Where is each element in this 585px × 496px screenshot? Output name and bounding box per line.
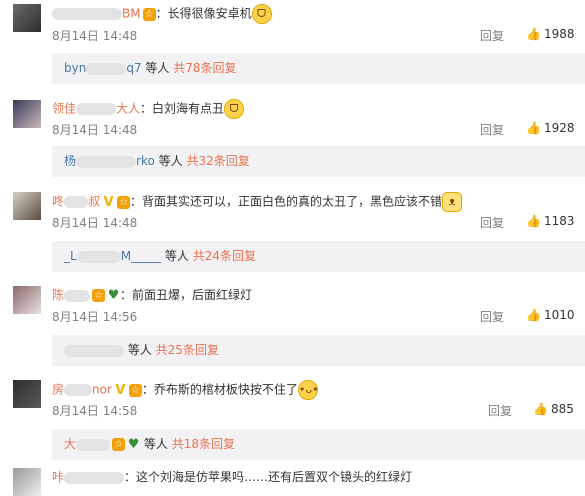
- blurred-username: [76, 103, 117, 115]
- thumb-up-icon: 👍: [526, 27, 541, 41]
- sub-reply-suffix: 等人: [145, 61, 170, 75]
- laughing-emoji-icon: ᗜ: [224, 99, 245, 119]
- sub-reply-user-tail[interactable]: q7: [126, 61, 141, 75]
- like-button[interactable]: 👍 1928: [526, 121, 575, 135]
- like-count: 1183: [543, 214, 575, 228]
- thumb-up-icon: 👍: [526, 308, 541, 322]
- reply-button[interactable]: 回复: [480, 214, 504, 231]
- sub-reply-user[interactable]: 杨: [64, 154, 76, 168]
- reply-button[interactable]: 回复: [480, 121, 504, 138]
- username-tail[interactable]: nor: [92, 383, 112, 397]
- more-replies-link[interactable]: 共78条回复: [173, 61, 236, 75]
- like-button[interactable]: 👍 1988: [526, 27, 575, 41]
- avatar[interactable]: [13, 4, 41, 32]
- vip-badge-icon: ☆: [117, 195, 131, 209]
- vip-badge-icon: ☆: [112, 438, 126, 451]
- thumb-up-icon: 👍: [526, 214, 541, 228]
- blurred-username: [64, 384, 93, 396]
- reply-button[interactable]: 回复: [480, 308, 504, 325]
- sub-reply-user[interactable]: _L: [64, 249, 77, 263]
- blurred-username: [86, 62, 127, 75]
- comment-date: 8月14日 14:56: [52, 310, 138, 324]
- username-tail[interactable]: 大人: [116, 102, 140, 116]
- like-count: 1988: [543, 27, 575, 41]
- cat-emoji-icon: ᴥ: [442, 192, 463, 212]
- sub-reply-suffix: 等人: [143, 437, 168, 451]
- reply-button[interactable]: 回复: [488, 402, 512, 419]
- sub-reply-suffix: 等人: [127, 343, 152, 357]
- username-tail[interactable]: 叔: [88, 195, 100, 209]
- like-count: 1928: [543, 121, 575, 135]
- balloon-badge-icon: ♥: [127, 437, 140, 452]
- username[interactable]: 房: [52, 383, 64, 397]
- avatar[interactable]: [13, 468, 41, 496]
- like-button[interactable]: 👍 1183: [526, 214, 575, 228]
- sub-reply-user-tail[interactable]: rko: [136, 154, 155, 168]
- more-replies-link[interactable]: 共24条回复: [193, 249, 256, 263]
- vip-badge-icon: ☆: [128, 383, 142, 397]
- more-replies-link[interactable]: 共32条回复: [186, 154, 249, 168]
- avatar[interactable]: [13, 286, 41, 314]
- more-replies-link[interactable]: 共25条回复: [156, 343, 219, 357]
- comment-text: ：白刘海有点丑: [140, 101, 225, 116]
- comment-text: ：乔布斯的棺材板快按不住了: [141, 382, 298, 397]
- username[interactable]: 咔: [52, 470, 64, 484]
- comment-text: ：背面其实还可以，正面白色的真的太丑了，黑色应该不错: [130, 194, 443, 209]
- sub-reply-suffix: 等人: [158, 154, 183, 168]
- like-count: 1010: [543, 308, 575, 322]
- blurred-username: [52, 8, 122, 20]
- blurred-username: [64, 344, 124, 357]
- verified-v-icon: V: [115, 382, 126, 398]
- comment-date: 8月14日 14:58: [52, 404, 138, 418]
- sub-replies-bar[interactable]: 等人 共25条回复: [52, 335, 585, 366]
- sub-reply-user-tail[interactable]: M_____: [121, 249, 161, 263]
- thumb-up-icon: 👍: [533, 402, 548, 416]
- balloon-badge-icon: ♥: [107, 288, 120, 303]
- like-count: 885: [550, 402, 574, 416]
- comment-date: 8月14日 14:48: [52, 29, 138, 43]
- comment-text: ：长得很像安卓机: [155, 6, 252, 21]
- like-button[interactable]: 👍 885: [533, 402, 574, 416]
- sub-replies-bar[interactable]: byn q7 等人 共78条回复: [52, 53, 585, 84]
- more-replies-link[interactable]: 共18条回复: [172, 437, 235, 451]
- reply-button[interactable]: 回复: [480, 27, 504, 44]
- comment-date: 8月14日 14:48: [52, 216, 138, 230]
- comment-text: ：这个刘海是仿苹果吗……还有后置双个镜头的红绿灯: [124, 470, 413, 484]
- username[interactable]: 咚: [52, 195, 64, 209]
- comment-date: 8月14日 14:48: [52, 123, 138, 137]
- avatar[interactable]: [13, 100, 41, 128]
- sub-reply-suffix: 等人: [164, 249, 189, 263]
- vip-badge-icon: ☆: [142, 7, 156, 21]
- sub-replies-bar[interactable]: 杨 rko 等人 共32条回复: [52, 146, 585, 177]
- blurred-username: [76, 155, 137, 168]
- like-button[interactable]: 👍 1010: [526, 308, 575, 322]
- vip-badge-icon: ☆: [92, 289, 106, 302]
- blurred-username: [64, 471, 125, 484]
- sub-reply-user[interactable]: byn: [64, 61, 86, 75]
- blurred-username: [64, 289, 91, 302]
- sub-reply-user[interactable]: 大: [64, 437, 76, 451]
- laughing-emoji-icon: ᗜ: [251, 4, 272, 24]
- sweat-emoji-icon: •ᴗ•: [297, 380, 319, 400]
- username[interactable]: BM: [122, 7, 141, 21]
- avatar[interactable]: [13, 380, 41, 408]
- username[interactable]: 领佳: [52, 102, 76, 116]
- avatar[interactable]: [13, 192, 41, 220]
- blurred-username: [76, 438, 111, 451]
- blurred-username: [64, 196, 89, 208]
- sub-replies-bar[interactable]: 大 ☆ ♥ 等人 共18条回复: [52, 429, 585, 460]
- comment-text: ：前面丑爆，后面红绿灯: [120, 288, 253, 302]
- blurred-username: [76, 250, 121, 263]
- thumb-up-icon: 👍: [526, 121, 541, 135]
- verified-v-icon: V: [103, 194, 114, 210]
- sub-replies-bar[interactable]: _L M_____ 等人 共24条回复: [52, 241, 585, 272]
- username[interactable]: 陈: [52, 288, 64, 302]
